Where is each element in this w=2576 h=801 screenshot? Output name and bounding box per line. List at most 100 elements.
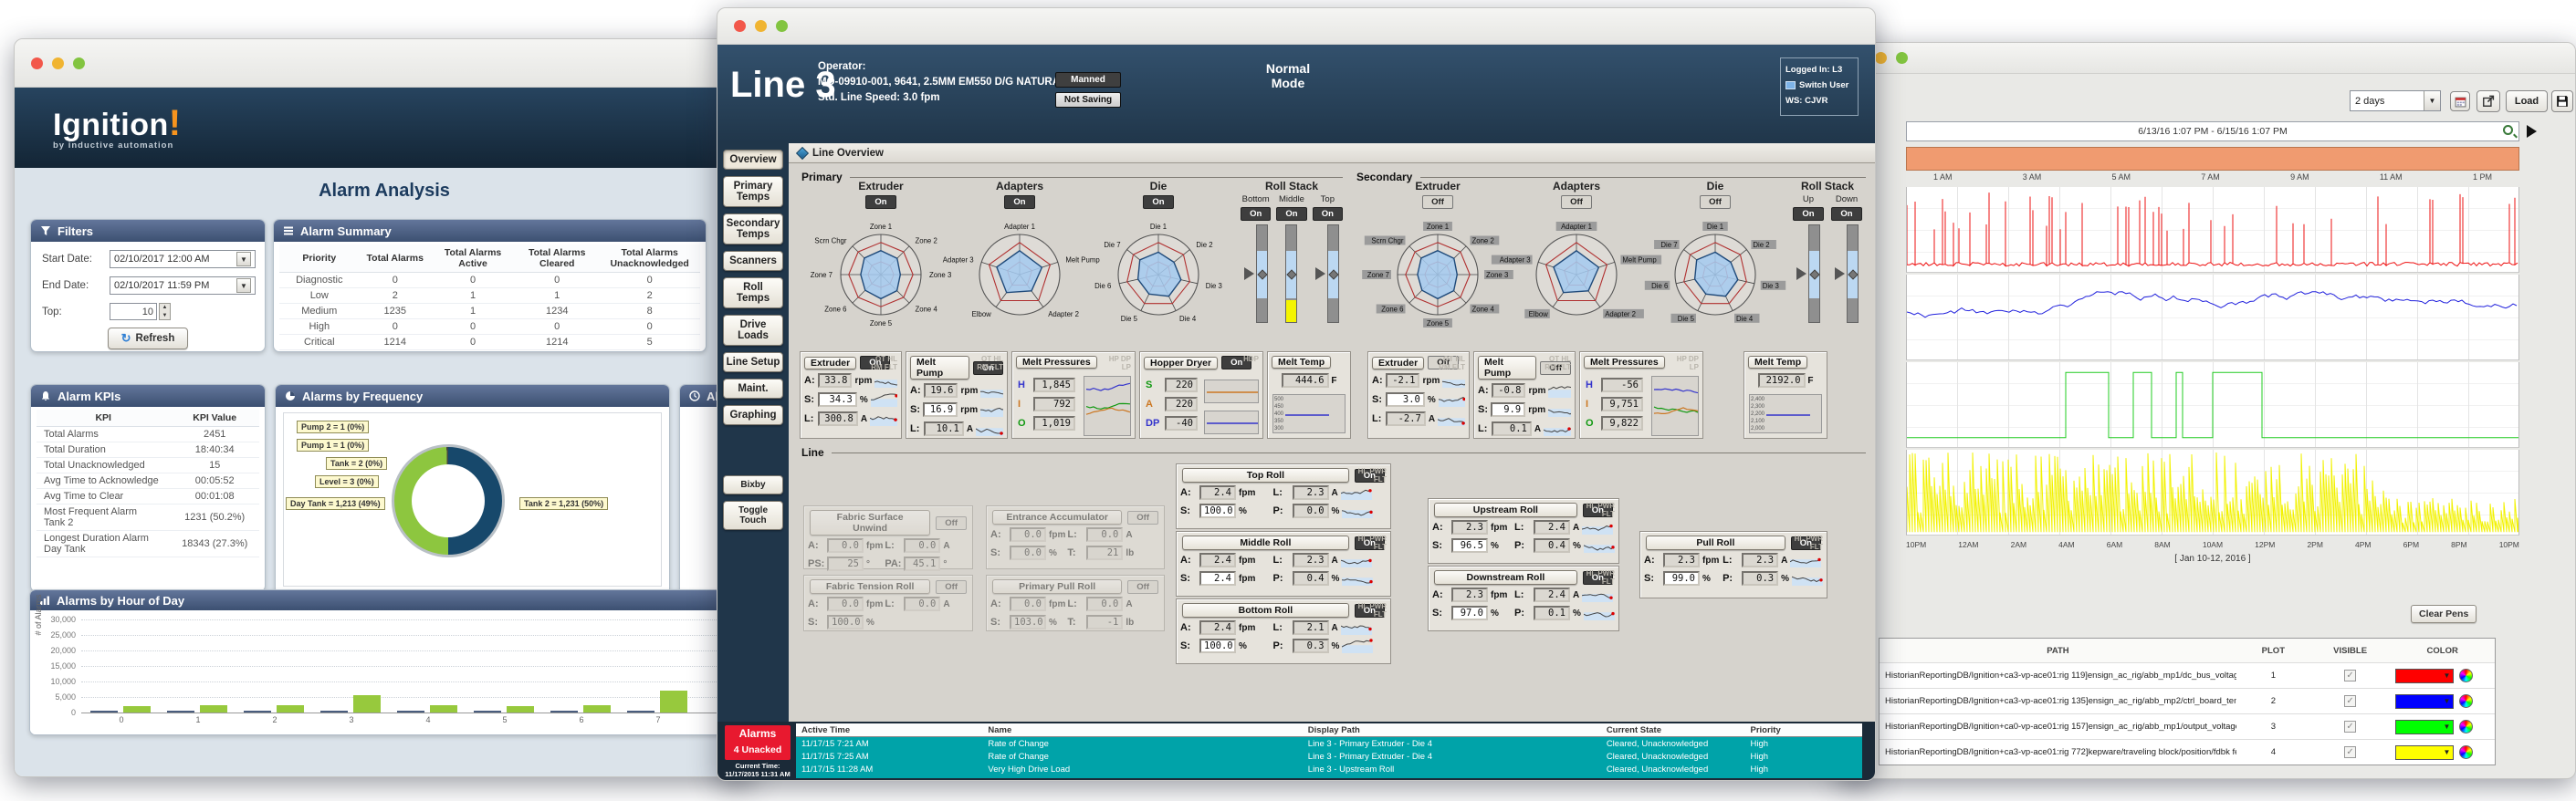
- extruder-power-button[interactable]: Off: [1422, 195, 1453, 209]
- alarm-row[interactable]: 11/17/15 7:21 AM Rate of Change Line 3 - P…: [796, 737, 1862, 750]
- sidebar-item-secondary-temps[interactable]: Secondary Temps: [723, 213, 783, 244]
- sidebar-item-maint-[interactable]: Maint.: [723, 379, 783, 399]
- color-swatch-dropdown[interactable]: ▼: [2395, 744, 2455, 760]
- switch-user-button[interactable]: Switch User: [1785, 78, 1853, 93]
- power-toggle[interactable]: Off: [936, 579, 967, 594]
- close-button[interactable]: [31, 57, 43, 69]
- export-button[interactable]: [2477, 90, 2500, 112]
- power-toggle[interactable]: Off: [1127, 510, 1158, 525]
- roll-position-slider[interactable]: [1846, 224, 1859, 323]
- die-power-button[interactable]: On: [1143, 195, 1174, 209]
- load-button[interactable]: Load: [2506, 90, 2548, 112]
- not-saving-button[interactable]: Not Saving: [1055, 92, 1121, 108]
- extruder-power-button[interactable]: On: [865, 195, 896, 209]
- play-arrow-icon[interactable]: [2527, 125, 2537, 138]
- power-toggle[interactable]: Off: [1127, 579, 1158, 594]
- value-box[interactable]: 3.0: [1385, 392, 1425, 407]
- entrance-accumulator-button[interactable]: Entrance Accumulator: [992, 510, 1123, 525]
- roll-position-slider[interactable]: [1327, 224, 1340, 323]
- sidebar-item-primary-temps[interactable]: Primary Temps: [723, 176, 783, 207]
- color-wheel-icon[interactable]: [2459, 745, 2474, 759]
- sidebar-item-roll-temps[interactable]: Roll Temps: [723, 277, 783, 308]
- refresh-button[interactable]: ↻ Refresh: [107, 328, 189, 349]
- visible-checkbox[interactable]: ✓: [2344, 721, 2357, 733]
- zoom-button[interactable]: [1896, 52, 1908, 64]
- zoom-button[interactable]: [776, 20, 788, 32]
- melt-temp-button[interactable]: Melt Temp: [1748, 356, 1808, 369]
- roll-position-slider[interactable]: [1285, 224, 1298, 323]
- manned-button[interactable]: Manned: [1055, 72, 1121, 88]
- bottom-roll-button[interactable]: Bottom Roll: [1182, 603, 1349, 618]
- sidebar-item-drive-loads[interactable]: Drive Loads: [723, 315, 783, 346]
- roll-middle-on-button[interactable]: On: [1276, 207, 1307, 221]
- save-button[interactable]: [2551, 90, 2573, 112]
- minimize-button[interactable]: [52, 57, 64, 69]
- visible-checkbox[interactable]: ✓: [2344, 670, 2357, 681]
- power-toggle[interactable]: Off: [936, 515, 967, 530]
- minimize-button[interactable]: [1875, 52, 1887, 64]
- pull-roll-button[interactable]: Pull Roll: [1646, 536, 1785, 550]
- sidebar-item-scanners[interactable]: Scanners: [723, 251, 783, 271]
- sidebar-item-graphing[interactable]: Graphing: [723, 405, 783, 425]
- value-box[interactable]: 16.9: [923, 402, 958, 417]
- alarms-badge[interactable]: Alarms 4 Unacked: [725, 725, 791, 760]
- sidebar-item-line-setup[interactable]: Line Setup: [723, 352, 783, 372]
- pen-row[interactable]: HistorianReportingDB/Ignition+ca3-vp-ace…: [1880, 739, 2495, 765]
- pen-row[interactable]: HistorianReportingDB/Ignition+ca3-vp-ace…: [1880, 662, 2495, 688]
- color-swatch-dropdown[interactable]: ▼: [2395, 719, 2455, 734]
- roll-position-slider[interactable]: [1255, 224, 1268, 323]
- roll-down-on-button[interactable]: On: [1831, 207, 1862, 221]
- color-wheel-icon[interactable]: [2459, 694, 2474, 708]
- extruder-button[interactable]: Extruder: [804, 356, 857, 369]
- melt-pressures-button[interactable]: Melt Pressures: [1016, 356, 1097, 369]
- value-box[interactable]: 97.0: [1451, 606, 1488, 620]
- fabric-surface-unwind-button[interactable]: Fabric Surface Unwind: [810, 510, 931, 536]
- adapters-power-button[interactable]: On: [1004, 195, 1035, 209]
- melt-pump-button[interactable]: Melt Pump: [910, 356, 969, 380]
- die-power-button[interactable]: Off: [1700, 195, 1731, 209]
- zoom-button[interactable]: [73, 57, 85, 69]
- extruder-button[interactable]: Extruder: [1372, 356, 1425, 369]
- pen-row[interactable]: HistorianReportingDB/Ignition+ca0-vp-ace…: [1880, 713, 2495, 739]
- close-button[interactable]: [734, 20, 746, 32]
- range-overview-band[interactable]: [1906, 147, 2519, 171]
- dropdown-arrow-icon[interactable]: ▼: [2424, 91, 2440, 110]
- dropdown-arrow-icon[interactable]: ▼: [236, 252, 251, 266]
- clear-pens-button[interactable]: Clear Pens: [2411, 605, 2477, 623]
- middle-roll-button[interactable]: Middle Roll: [1182, 536, 1349, 550]
- dropdown-arrow-icon[interactable]: ▼: [236, 278, 251, 293]
- alarm-row[interactable]: 11/17/15 7:25 AM Rate of Change Line 3 - P…: [796, 750, 1862, 763]
- fabric-tension-roll-button[interactable]: Fabric Tension Roll: [810, 579, 931, 594]
- value-box[interactable]: 9.9: [1491, 402, 1526, 417]
- melt-pump-button[interactable]: Melt Pump: [1478, 356, 1537, 380]
- calendar-button[interactable]: [2450, 91, 2470, 111]
- visible-checkbox[interactable]: ✓: [2344, 746, 2357, 758]
- melt-pressures-button[interactable]: Melt Pressures: [1584, 356, 1665, 369]
- value-box[interactable]: 2.4: [1199, 571, 1236, 586]
- value-box[interactable]: 34.3: [817, 392, 857, 407]
- roll-top-on-button[interactable]: On: [1312, 207, 1343, 221]
- date-range-bar[interactable]: 6/13/16 1:07 PM - 6/15/16 1:07 PM: [1906, 121, 2519, 141]
- visible-checkbox[interactable]: ✓: [2344, 695, 2357, 707]
- end-date-input[interactable]: 02/10/2017 11:59 PM ▼: [110, 276, 256, 295]
- roll-up-on-button[interactable]: On: [1793, 207, 1824, 221]
- zoom-magnifier-icon[interactable]: [2503, 125, 2513, 135]
- top-count-input[interactable]: 10: [110, 303, 157, 320]
- sidebar-item-overview[interactable]: Overview: [723, 150, 783, 170]
- color-swatch-dropdown[interactable]: ▼: [2395, 693, 2455, 709]
- start-date-input[interactable]: 02/10/2017 12:00 AM ▼: [110, 250, 256, 268]
- minimize-button[interactable]: [755, 20, 767, 32]
- roll-position-slider[interactable]: [1807, 224, 1820, 323]
- upstream-roll-button[interactable]: Upstream Roll: [1434, 503, 1577, 517]
- color-swatch-dropdown[interactable]: ▼: [2395, 668, 2455, 683]
- color-wheel-icon[interactable]: [2459, 669, 2474, 682]
- value-box[interactable]: 100.0: [1199, 504, 1236, 518]
- value-box[interactable]: 99.0: [1663, 571, 1700, 586]
- roll-bottom-on-button[interactable]: On: [1241, 207, 1272, 221]
- alarm-row[interactable]: 11/17/15 11:28 AM Very High Drive Load Lin…: [796, 763, 1862, 775]
- adapters-power-button[interactable]: Off: [1561, 195, 1592, 209]
- value-box[interactable]: 96.5: [1451, 538, 1488, 553]
- color-wheel-icon[interactable]: [2459, 720, 2474, 733]
- top-roll-button[interactable]: Top Roll: [1182, 468, 1349, 483]
- value-box[interactable]: 100.0: [1199, 639, 1236, 653]
